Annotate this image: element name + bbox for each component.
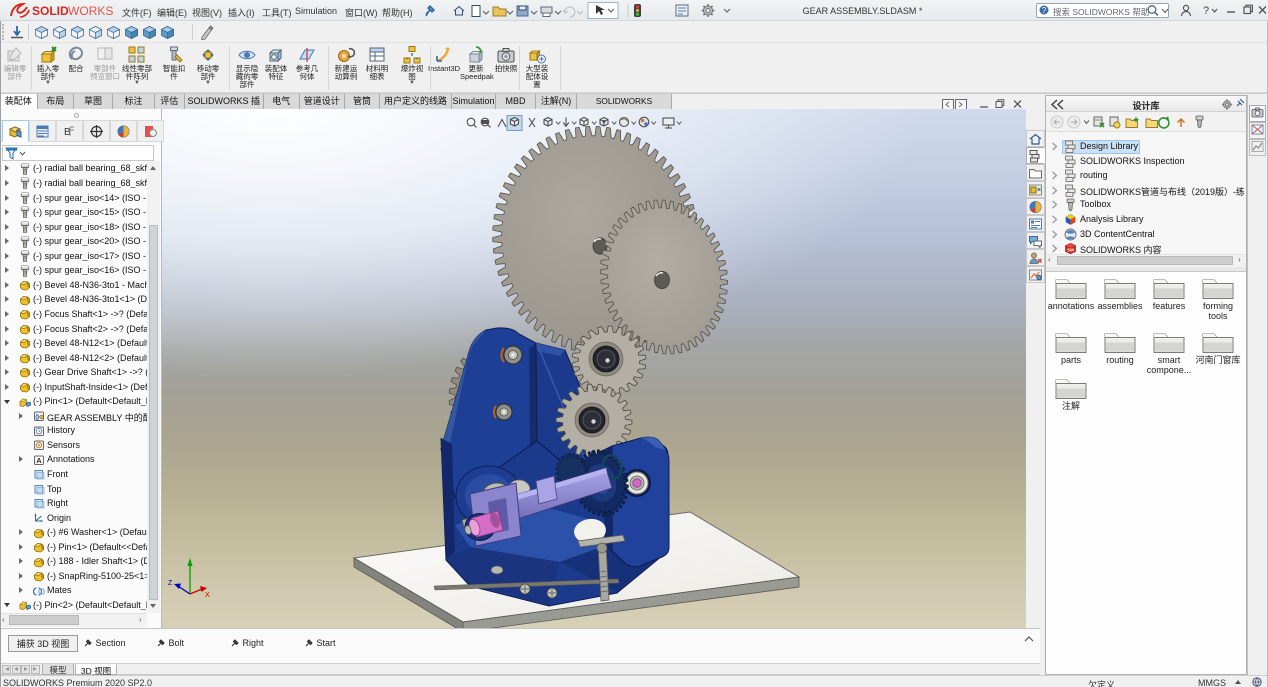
svg-text:?: ? xyxy=(1203,5,1209,17)
svg-text:SW: SW xyxy=(1067,248,1075,253)
svg-text:SOLID: SOLID xyxy=(32,4,69,18)
svg-text:A: A xyxy=(36,456,42,465)
svg-text:?: ? xyxy=(1042,6,1047,15)
svg-text:WORKS: WORKS xyxy=(68,4,113,18)
svg-text:Z: Z xyxy=(168,580,173,587)
svg-text:X: X xyxy=(205,592,210,599)
